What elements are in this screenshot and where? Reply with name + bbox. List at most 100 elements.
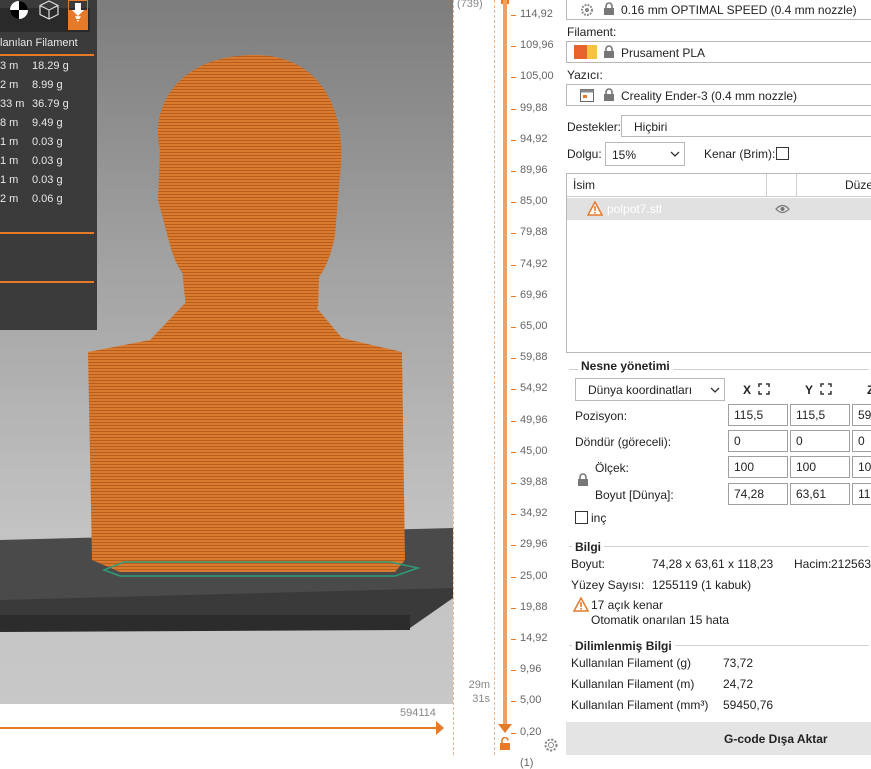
print-profile-select[interactable]: 0.16 mm OPTIMAL SPEED (0.4 mm nozzle) (566, 0, 871, 20)
bust-head (157, 55, 342, 305)
layer-tick (511, 483, 516, 484)
legend-length: 1 m (0, 136, 19, 148)
horizontal-slider-thumb[interactable] (436, 721, 444, 735)
color-wheel-icon[interactable] (9, 0, 29, 20)
position-x-input[interactable]: 115,5 (728, 404, 788, 426)
horizontal-slider-area (0, 704, 453, 755)
rotate-z-input[interactable]: 0 (852, 430, 871, 452)
object-list[interactable]: İsim Düze polpot7.stl (566, 173, 871, 353)
filament-m-value: 24,72 (723, 677, 754, 691)
horizontal-move-slider[interactable] (0, 727, 440, 729)
layer-tick (511, 701, 516, 703)
infill-value: 15% (612, 148, 637, 162)
coordinate-system-select[interactable]: Dünya koordinatları (575, 378, 725, 401)
layer-tick (511, 514, 516, 516)
legend-weight: 0.03 g (32, 136, 63, 148)
info-facets-value: 1255119 (1 kabuk) (652, 578, 752, 592)
info-volume-value: 212563,4 (831, 557, 871, 571)
layer-slider-thumb[interactable] (498, 724, 512, 733)
scale-y-input[interactable]: 100 (790, 456, 850, 478)
layer-tick (511, 420, 516, 422)
legend-weight: 9.49 g (32, 117, 63, 129)
object-manipulation-title: Nesne yönetimi (578, 359, 673, 373)
bust-body (88, 300, 405, 572)
move-count-label: 594114 (400, 707, 436, 719)
scale-x-input[interactable]: 100 (728, 456, 788, 478)
size-z-input[interactable]: 11 (852, 483, 871, 505)
legend-row: 1 m 0.03 g (0, 155, 63, 167)
column-name-header[interactable]: İsim (573, 178, 595, 192)
scale-lock-icon[interactable] (577, 473, 589, 487)
layer-tick (511, 327, 516, 328)
legend-row: 1 m 0.03 g (0, 136, 63, 148)
export-gcode-button[interactable]: G-code Dışa Aktar (566, 722, 871, 755)
gear-icon[interactable] (543, 737, 559, 753)
inch-checkbox[interactable] (575, 511, 588, 524)
position-z-input[interactable]: 59 (852, 404, 871, 426)
layer-tick (511, 77, 516, 79)
column-edit-header[interactable]: Düze (845, 178, 871, 192)
scale-z-input[interactable]: 10 (852, 456, 871, 478)
chevron-down-icon (710, 387, 720, 393)
layer-tick (511, 358, 516, 360)
coordinate-system-value: Dünya koordinatları (588, 383, 693, 397)
layer-height-label: 25,00 (520, 569, 548, 582)
info-open-edges: 17 açık kenar (591, 598, 664, 612)
legend-weight: 8.99 g (32, 79, 63, 91)
layer-tick (511, 639, 516, 640)
size-x-input[interactable]: 74,28 (728, 483, 788, 505)
export-toolpath-icon[interactable] (68, 0, 88, 20)
legend-row: 2 m 0.06 g (0, 193, 63, 205)
size-y-input[interactable]: 63,61 (790, 483, 850, 505)
cube-view-icon[interactable] (39, 0, 59, 20)
rotate-label: Döndür (göreceli): (575, 435, 672, 449)
rotate-x-input[interactable]: 0 (728, 430, 788, 452)
filament-m-label: Kullanılan Filament (m) (571, 677, 695, 691)
legend-row: 33 m 36.79 g (0, 98, 69, 110)
rotate-y-input[interactable]: 0 (790, 430, 850, 452)
info-auto-repaired: Otomatik onarılan 15 hata (591, 613, 730, 627)
3d-viewport[interactable]: ▼ lanılan Filament 3 m 18.29 g2 m 8.99 g 33… (0, 0, 453, 755)
eye-icon[interactable] (775, 204, 790, 214)
filament-g-label: Kullanılan Filament (g) (571, 656, 692, 670)
legend-row: 1 m 0.03 g (0, 174, 63, 186)
legend-row: 3 m 18.29 g (0, 60, 69, 72)
layer-tick (511, 545, 516, 547)
layer-tick (511, 233, 516, 235)
printer-label: Yazıcı: (567, 68, 603, 82)
brim-checkbox[interactable] (776, 147, 789, 160)
warning-icon[interactable] (587, 201, 603, 216)
legend-length: 1 m (0, 155, 19, 167)
sliced-info-title: Dilimlenmiş Bilgi (572, 639, 675, 653)
lock-icon (604, 88, 614, 101)
layer-height-label: 65,00 (520, 320, 548, 332)
filament-label: Filament: (567, 25, 617, 39)
infill-select[interactable]: 15% (605, 142, 685, 166)
layer-height-label: 79,88 (520, 226, 548, 239)
drop-to-bed-icon[interactable] (820, 383, 832, 395)
layer-slider-track[interactable] (503, 0, 507, 730)
info-facets-label: Yüzey Sayısı: (571, 578, 645, 592)
layer-height-label: 59,88 (520, 351, 548, 364)
unlock-icon[interactable] (498, 737, 512, 751)
printer-select[interactable]: Creality Ender-3 (0.4 mm nozzle) (566, 84, 871, 106)
legend-length: 8 m (0, 117, 19, 129)
layer-tick (511, 202, 516, 204)
filament-mm3-label: Kullanılan Filament (mm³) (571, 698, 709, 712)
object-list-item[interactable]: polpot7.stl (567, 198, 871, 220)
legend-row: 2 m 8.99 g (0, 79, 63, 91)
supports-select[interactable]: Hiçbiri (621, 115, 871, 137)
layer-tick (511, 171, 516, 172)
drop-to-bed-icon[interactable] (758, 383, 770, 395)
brim-label: Kenar (Brim): (704, 147, 776, 161)
legend-weight: 0.03 g (32, 174, 63, 186)
legend-panel: ▼ lanılan Filament 3 m 18.29 g2 m 8.99 g 33… (0, 0, 97, 330)
position-y-input[interactable]: 115,5 (790, 404, 850, 426)
filament-color-swatch[interactable] (574, 45, 587, 59)
supports-value: Hiçbiri (634, 120, 668, 134)
legend-weight: 0.03 g (32, 155, 63, 167)
layer-tick (511, 139, 516, 141)
print-settings-icon (581, 4, 593, 16)
filament-select[interactable]: Prusament PLA (566, 41, 871, 63)
warning-icon (573, 597, 589, 612)
